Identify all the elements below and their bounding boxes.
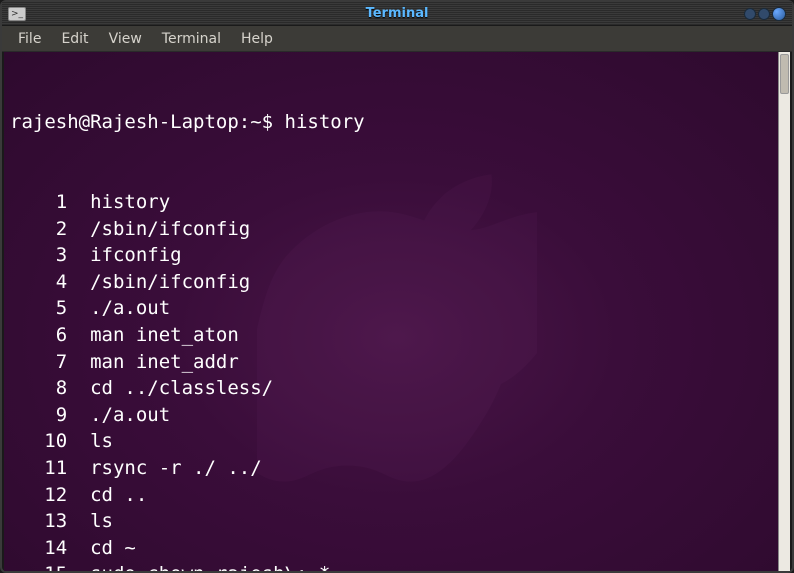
history-number: 7 <box>10 349 67 376</box>
history-number: 11 <box>10 455 67 482</box>
history-line: 14 cd ~ <box>10 535 784 562</box>
menu-view[interactable]: View <box>101 29 150 49</box>
history-number: 13 <box>10 508 67 535</box>
history-command: ls <box>90 428 113 455</box>
minimize-button[interactable] <box>744 8 756 20</box>
typed-command: history <box>285 109 365 136</box>
history-number: 12 <box>10 482 67 509</box>
close-button[interactable] <box>772 7 786 21</box>
history-command: man inet_addr <box>90 349 239 376</box>
history-line: 3 ifconfig <box>10 242 784 269</box>
history-line: 13 ls <box>10 508 784 535</box>
menu-help[interactable]: Help <box>233 29 281 49</box>
prompt: rajesh@Rajesh-Laptop:~$ <box>10 109 285 136</box>
history-command: /sbin/ifconfig <box>90 269 250 296</box>
history-line: 2 /sbin/ifconfig <box>10 216 784 243</box>
titlebar[interactable]: >_ Terminal <box>2 2 792 26</box>
history-line: 6 man inet_aton <box>10 322 784 349</box>
history-command: ls <box>90 508 113 535</box>
history-command: /sbin/ifconfig <box>90 216 250 243</box>
menu-file[interactable]: File <box>10 29 49 49</box>
prompt-line: rajesh@Rajesh-Laptop:~$ history <box>10 109 784 136</box>
history-line: 15 sudo chown rajesh\: * <box>10 561 784 571</box>
history-line: 5 ./a.out <box>10 295 784 322</box>
history-line: 11 rsync -r ./ ../ <box>10 455 784 482</box>
history-number: 5 <box>10 295 67 322</box>
history-line: 1 history <box>10 189 784 216</box>
history-line: 12 cd .. <box>10 482 784 509</box>
maximize-button[interactable] <box>758 8 770 20</box>
history-number: 1 <box>10 189 67 216</box>
history-number: 4 <box>10 269 67 296</box>
history-number: 10 <box>10 428 67 455</box>
terminal-viewport[interactable]: rajesh@Rajesh-Laptop:~$ history 1 histor… <box>4 52 790 571</box>
history-command: ifconfig <box>90 242 182 269</box>
history-line: 9 ./a.out <box>10 402 784 429</box>
history-number: 14 <box>10 535 67 562</box>
history-command: man inet_aton <box>90 322 239 349</box>
history-line: 7 man inet_addr <box>10 349 784 376</box>
menu-edit[interactable]: Edit <box>53 29 96 49</box>
history-command: cd ~ <box>90 535 136 562</box>
history-line: 4 /sbin/ifconfig <box>10 269 784 296</box>
terminal-app-icon: >_ <box>8 7 26 21</box>
history-number: 8 <box>10 375 67 402</box>
window-controls <box>744 7 786 21</box>
scrollbar-thumb[interactable] <box>780 54 789 94</box>
history-number: 6 <box>10 322 67 349</box>
window-title: Terminal <box>366 6 429 21</box>
history-command: rsync -r ./ ../ <box>90 455 262 482</box>
menubar: File Edit View Terminal Help <box>2 26 792 52</box>
history-line: 10 ls <box>10 428 784 455</box>
menu-terminal[interactable]: Terminal <box>154 29 229 49</box>
history-line: 8 cd ../classless/ <box>10 375 784 402</box>
history-number: 15 <box>10 561 67 571</box>
vertical-scrollbar[interactable] <box>778 52 790 571</box>
history-command: history <box>90 189 170 216</box>
history-number: 3 <box>10 242 67 269</box>
history-command: cd .. <box>90 482 147 509</box>
history-command: ./a.out <box>90 295 170 322</box>
history-command: cd ../classless/ <box>90 375 273 402</box>
terminal-output[interactable]: rajesh@Rajesh-Laptop:~$ history 1 histor… <box>4 52 790 571</box>
history-command: sudo chown rajesh\: * <box>90 561 330 571</box>
history-number: 2 <box>10 216 67 243</box>
history-number: 9 <box>10 402 67 429</box>
history-command: ./a.out <box>90 402 170 429</box>
